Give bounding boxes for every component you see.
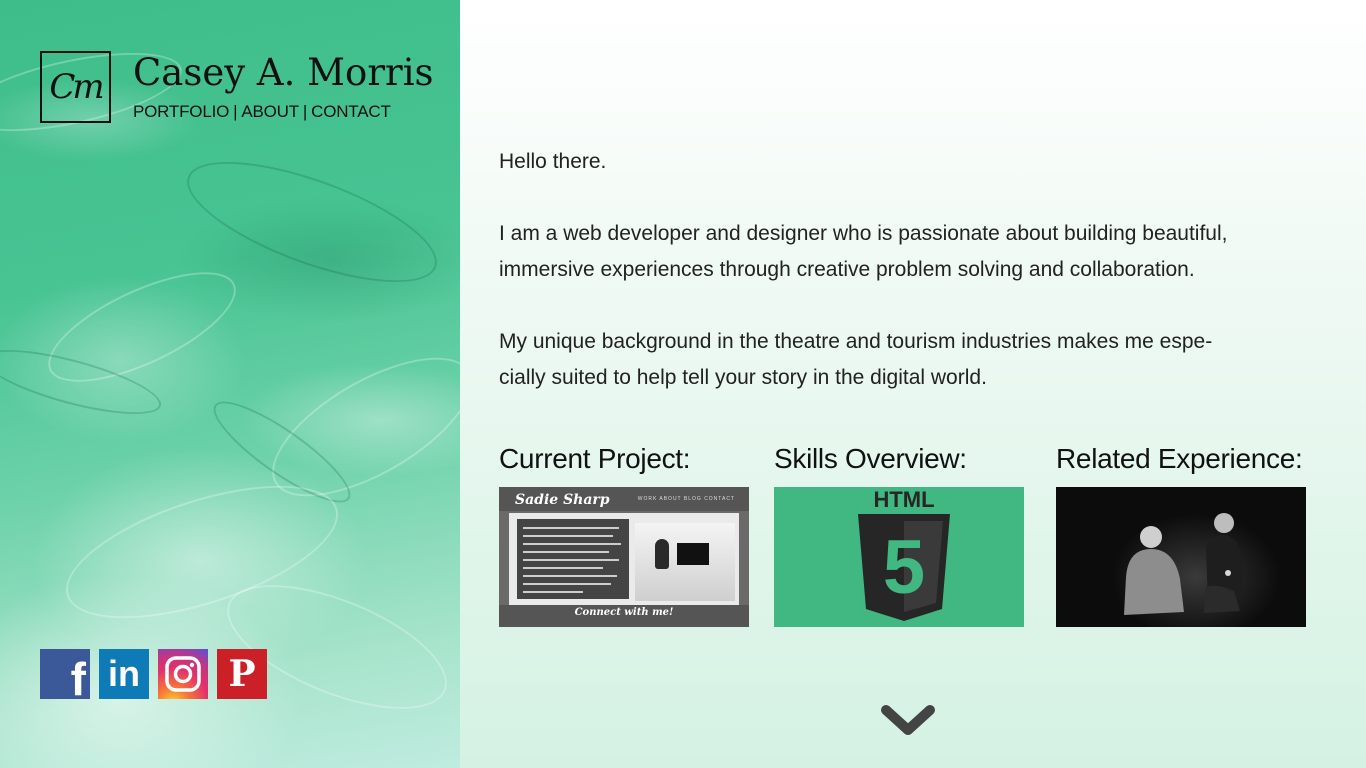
logo[interactable]: Cm: [40, 51, 111, 123]
card-title: Related Experience:: [1056, 443, 1303, 474]
linkedin-icon[interactable]: in: [99, 649, 149, 699]
logo-monogram: Cm: [49, 67, 104, 107]
nav-about[interactable]: ABOUT: [241, 102, 299, 121]
right-panel: Hello there. I am a web developer and de…: [460, 0, 1366, 768]
facebook-icon[interactable]: f: [40, 649, 90, 705]
thumb-footer: Connect with me!: [499, 605, 749, 627]
social-links: f in P: [40, 649, 267, 705]
html5-icon: HTML 5: [858, 487, 950, 621]
thumb-person: [655, 539, 669, 569]
pinterest-icon[interactable]: P: [217, 649, 267, 699]
card-title: Skills Overview:: [774, 443, 967, 474]
nav-portfolio[interactable]: PORTFOLIO: [133, 102, 229, 121]
theatre-photo: [1124, 513, 1242, 615]
linkedin-glyph: in: [108, 653, 140, 694]
current-project-thumbnail[interactable]: Sadie Sharp WORK ABOUT BLOG CONTACT Conn…: [499, 487, 749, 627]
thumb-logo: Sadie Sharp: [515, 492, 610, 508]
main-nav: PORTFOLIO | ABOUT | CONTACT: [133, 102, 391, 122]
thumb-body: [509, 513, 739, 605]
intro-line: I am a web developer and designer who is…: [499, 222, 1228, 245]
thumb-nav: WORK ABOUT BLOG CONTACT: [637, 496, 735, 502]
related-experience-thumbnail[interactable]: [1056, 487, 1306, 627]
intro-line: cially suited to help tell your story in…: [499, 366, 987, 389]
nav-separator: |: [302, 102, 308, 121]
site-name[interactable]: Casey A. Morris: [133, 54, 434, 91]
html5-label: HTML: [873, 487, 934, 512]
greeting: Hello there.: [499, 150, 607, 173]
left-panel: Cm Casey A. Morris PORTFOLIO | ABOUT | CONTA…: [0, 0, 460, 768]
intro-text: Hello there. I am a web developer and de…: [499, 144, 1329, 432]
html5-number: 5: [883, 525, 925, 610]
instagram-icon[interactable]: [158, 649, 208, 699]
thumb-textbox: [517, 519, 629, 599]
html5-thumbnail[interactable]: HTML 5: [774, 487, 1024, 627]
facebook-glyph: f: [70, 652, 86, 705]
intro-paragraph: I am a web developer and designer who is…: [499, 216, 1329, 288]
pinterest-glyph: P: [228, 653, 256, 695]
card-current-project[interactable]: Current Project: Sadie Sharp WORK ABOUT …: [499, 445, 749, 627]
thumb-monitor: [677, 543, 709, 565]
chevron-down-icon[interactable]: [878, 700, 938, 740]
instagram-glyph: [165, 656, 201, 692]
intro-line: immersive experiences through creative p…: [499, 258, 1195, 281]
card-related-experience[interactable]: Related Experience:: [1056, 445, 1306, 627]
card-skills-overview[interactable]: Skills Overview: HTML 5: [774, 445, 1024, 627]
card-title: Current Project:: [499, 443, 691, 474]
background-paragraph: My unique background in the theatre and …: [499, 324, 1329, 396]
intro-line: My unique background in the theatre and …: [499, 330, 1213, 353]
nav-separator: |: [233, 102, 238, 121]
thumb-header: Sadie Sharp WORK ABOUT BLOG CONTACT: [499, 487, 749, 511]
nav-contact[interactable]: CONTACT: [311, 102, 391, 121]
